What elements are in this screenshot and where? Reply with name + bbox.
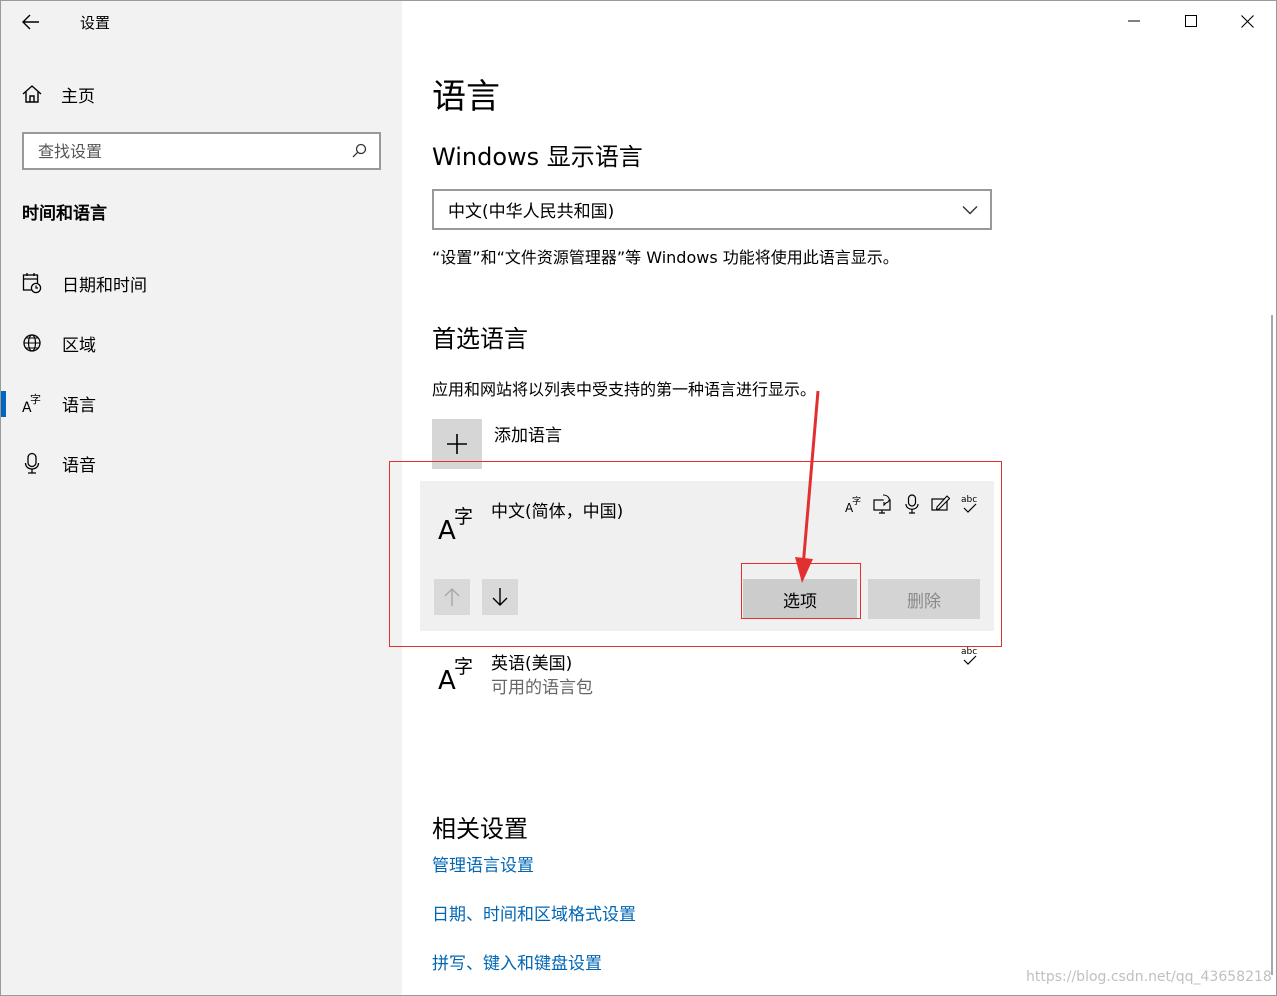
sidebar-item-language[interactable]: A字 语言 bbox=[1, 373, 402, 433]
language-glyph-icon: A字 bbox=[438, 656, 473, 693]
link-date-time-region-format[interactable]: 日期、时间和区域格式设置 bbox=[432, 900, 636, 925]
sidebar-item-label: 区域 bbox=[62, 335, 96, 356]
calendar-clock-icon bbox=[22, 272, 42, 294]
language-icon: A字 bbox=[22, 392, 42, 414]
display-language-note: “设置”和“文件资源管理器”等 Windows 功能将使用此语言显示。 bbox=[432, 248, 899, 267]
sidebar-item-date-time[interactable]: 日期和时间 bbox=[1, 253, 402, 313]
settings-window: 设置 主页 时间和语言 日期和时间 区域 bbox=[0, 0, 1277, 996]
display-language-heading: Windows 显示语言 bbox=[432, 143, 643, 171]
home-link[interactable]: 主页 bbox=[21, 79, 95, 109]
back-arrow-icon bbox=[22, 14, 39, 30]
app-title: 设置 bbox=[80, 14, 111, 32]
svg-text:字: 字 bbox=[454, 656, 473, 678]
sidebar-item-label: 日期和时间 bbox=[62, 275, 147, 296]
sidebar-item-label: 语音 bbox=[62, 455, 96, 476]
spellcheck-feature-icon: abc bbox=[960, 645, 980, 667]
search-box[interactable] bbox=[22, 132, 381, 170]
search-input[interactable] bbox=[38, 141, 328, 161]
sidebar: 设置 主页 时间和语言 日期和时间 区域 bbox=[1, 1, 402, 995]
related-settings-heading: 相关设置 bbox=[432, 815, 528, 843]
sidebar-item-label: 语言 bbox=[62, 395, 96, 416]
language-item-english[interactable]: A字 英语(美国) 可用的语言包 abc bbox=[420, 641, 994, 711]
plus-icon bbox=[447, 434, 467, 454]
page-title: 语言 bbox=[432, 77, 500, 117]
home-label: 主页 bbox=[61, 86, 95, 107]
preferred-languages-description: 应用和网站将以列表中受支持的第一种语言进行显示。 bbox=[432, 380, 817, 399]
microphone-icon bbox=[22, 452, 42, 474]
language-status: 可用的语言包 bbox=[491, 678, 593, 698]
sidebar-nav: 日期和时间 区域 A字 语言 语音 bbox=[1, 253, 402, 493]
link-manage-language-settings[interactable]: 管理语言设置 bbox=[432, 851, 534, 876]
globe-icon bbox=[22, 332, 42, 354]
sidebar-item-region[interactable]: 区域 bbox=[1, 313, 402, 373]
search-icon bbox=[352, 143, 367, 158]
language-name: 英语(美国) bbox=[491, 654, 573, 674]
svg-text:abc: abc bbox=[961, 647, 977, 657]
watermark: https://blog.csdn.net/qq_43658218 bbox=[1026, 969, 1272, 985]
sidebar-section-title: 时间和语言 bbox=[22, 204, 107, 224]
display-language-dropdown[interactable]: 中文(中华人民共和国) bbox=[432, 189, 992, 230]
sidebar-item-speech[interactable]: 语音 bbox=[1, 433, 402, 493]
scrollbar[interactable] bbox=[1271, 315, 1273, 975]
home-icon bbox=[22, 85, 42, 103]
chevron-down-icon bbox=[962, 205, 978, 214]
display-language-value: 中文(中华人民共和国) bbox=[448, 202, 615, 222]
annotation-arrow bbox=[795, 390, 820, 583]
svg-text:字: 字 bbox=[30, 392, 41, 406]
annotation-highlight-language-card bbox=[389, 461, 1002, 647]
link-spelling-typing-keyboard[interactable]: 拼写、键入和键盘设置 bbox=[432, 949, 602, 974]
back-button[interactable] bbox=[11, 7, 51, 37]
preferred-languages-heading: 首选语言 bbox=[432, 325, 528, 353]
